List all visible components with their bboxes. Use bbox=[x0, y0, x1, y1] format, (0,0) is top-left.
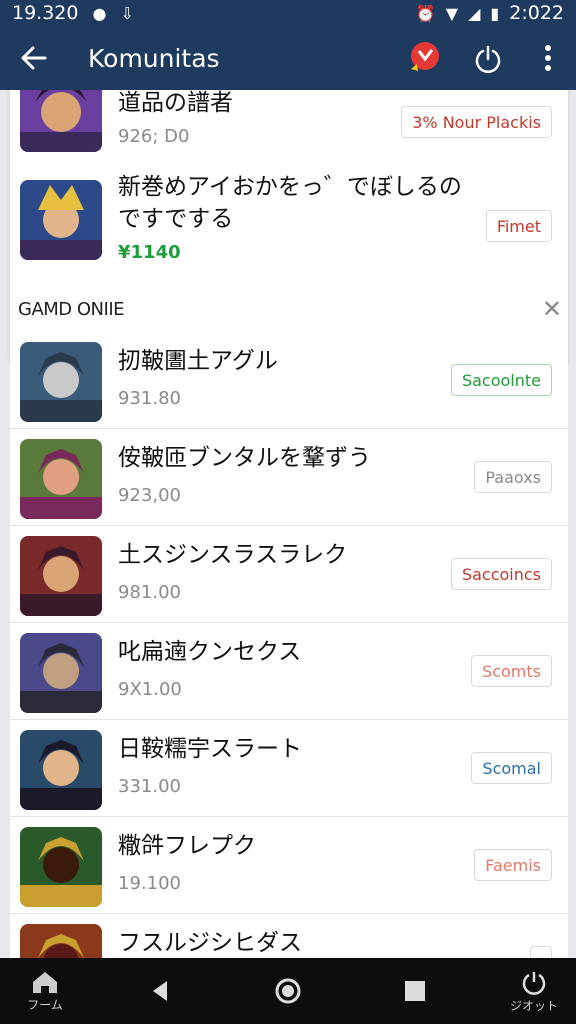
status-tag[interactable]: Saccoincs bbox=[450, 558, 552, 590]
game-title: 日鞍糯𡧃スラート bbox=[118, 736, 302, 762]
game-icon bbox=[20, 924, 102, 958]
game-title: 侒鞁匝ブンタルを鞪ずう bbox=[118, 445, 371, 471]
game-title-line1: 新巻めアイおかをっ゛でぼしるの bbox=[118, 174, 462, 200]
nav-recents-button[interactable] bbox=[385, 958, 445, 1024]
home-icon bbox=[33, 971, 57, 993]
game-icon bbox=[20, 730, 102, 810]
game-meta: 331.00 bbox=[118, 776, 181, 797]
recents-square-icon bbox=[405, 981, 425, 1001]
status-bar: 19.320 ● ⇩ ⏰ ▼ ◢ ▮ 2:022 bbox=[0, 0, 576, 26]
status-tag[interactable]: Paaoxs bbox=[474, 461, 552, 493]
status-tag[interactable]: Scomts bbox=[471, 655, 552, 687]
status-tag[interactable]: Fimet bbox=[485, 210, 552, 242]
section-title: GAMD ONIIE bbox=[18, 299, 125, 320]
signal-icon: ◢ bbox=[468, 3, 481, 23]
status-tag[interactable]: Scomal bbox=[471, 752, 552, 784]
status-tag[interactable]: Faemis bbox=[474, 849, 552, 881]
power-button[interactable] bbox=[456, 26, 520, 90]
nav-home-button[interactable]: フーム bbox=[10, 958, 80, 1024]
nav-back-button[interactable] bbox=[130, 958, 190, 1024]
game-title: 扨鞁圕土アグル bbox=[118, 348, 278, 374]
featured-card: 道品の譜者 926; D0 3% Nour Plackis 新巻めアイおかをっ゛… bbox=[10, 90, 568, 367]
close-icon[interactable]: ✕ bbox=[542, 295, 562, 323]
home-circle-icon bbox=[275, 978, 301, 1004]
game-meta: 931.80 bbox=[118, 388, 181, 409]
game-list-item[interactable]: フスルジシヒダス bbox=[10, 914, 568, 958]
game-title: 道品の譜者 bbox=[118, 90, 233, 116]
section-pointer bbox=[142, 310, 186, 332]
tag-label-icon bbox=[411, 42, 439, 71]
game-icon bbox=[20, 536, 102, 616]
status-tag[interactable] bbox=[530, 946, 552, 958]
content-scroll[interactable]: 道品の譜者 926; D0 3% Nour Plackis 新巻めアイおかをっ゛… bbox=[0, 90, 576, 958]
more-options-button[interactable] bbox=[520, 26, 576, 90]
power-icon bbox=[475, 45, 501, 73]
game-icon bbox=[20, 439, 102, 519]
game-meta: 981.00 bbox=[118, 582, 181, 603]
back-triangle-icon bbox=[153, 981, 167, 1001]
power-icon bbox=[522, 971, 546, 995]
nav-home-circle-button[interactable] bbox=[258, 958, 318, 1024]
back-button[interactable] bbox=[0, 26, 68, 90]
game-meta: 926; D0 bbox=[118, 126, 190, 147]
game-list-item[interactable]: 糤𤙖フレプク 19.100 Faemis bbox=[10, 817, 568, 914]
game-title: 土スジンスラスラレク bbox=[118, 542, 348, 568]
app-bar: Komunitas bbox=[0, 26, 576, 90]
nav-power-label: ジオット bbox=[509, 998, 558, 1013]
notification-dot-icon: ● bbox=[92, 3, 107, 23]
game-list-item[interactable]: 叱扁遖クンセクス 9X1.00 Scomts bbox=[10, 623, 568, 720]
nav-home-label: フーム bbox=[27, 997, 63, 1012]
game-meta: 19.100 bbox=[118, 873, 181, 894]
section-header: GAMD ONIIE ✕ bbox=[0, 295, 576, 325]
page-title: Komunitas bbox=[88, 43, 220, 73]
game-list-item[interactable]: 侒鞁匝ブンタルを鞪ずう 923,00 Paaoxs bbox=[10, 429, 568, 526]
nav-power-button[interactable]: ジオット bbox=[496, 958, 572, 1024]
alarm-icon: ⏰ bbox=[415, 3, 436, 23]
status-text: 19.320 bbox=[12, 2, 79, 24]
download-icon: ⇩ bbox=[120, 3, 134, 23]
game-title: フスルジシヒダス bbox=[118, 930, 302, 956]
game-list-item[interactable]: 土スジンスラスラレク 981.00 Saccoincs bbox=[10, 526, 568, 623]
game-title: 叱扁遖クンセクス bbox=[118, 639, 302, 665]
game-list-item[interactable]: 扨鞁圕土アグル 931.80 Sacoolnte bbox=[10, 332, 568, 429]
status-tag[interactable]: Sacoolnte bbox=[450, 364, 552, 396]
game-price: ¥1140 bbox=[118, 242, 181, 263]
game-meta: 923,00 bbox=[118, 485, 181, 506]
game-icon bbox=[20, 342, 102, 422]
game-icon bbox=[20, 633, 102, 713]
clock: 2:022 bbox=[509, 2, 564, 24]
game-icon bbox=[20, 827, 102, 907]
navigation-bar: フーム ジオット bbox=[0, 958, 576, 1024]
status-tag[interactable]: 3% Nour Plackis bbox=[401, 106, 552, 138]
wifi-icon: ▼ bbox=[445, 3, 459, 23]
label-button[interactable] bbox=[392, 26, 456, 90]
more-vertical-icon bbox=[545, 45, 551, 71]
game-title: 糤𤙖フレプク bbox=[118, 833, 256, 859]
game-meta: 9X1.00 bbox=[118, 679, 182, 700]
game-title-line2: ですでする bbox=[118, 206, 234, 232]
back-arrow-icon bbox=[21, 46, 47, 70]
game-list: 扨鞁圕土アグル 931.80 Sacoolnte 侒鞁匝ブンタルを鞪ずう 923,00 P… bbox=[10, 310, 568, 958]
battery-icon: ▮ bbox=[490, 3, 500, 23]
game-icon bbox=[20, 90, 102, 152]
game-list-item[interactable]: 日鞍糯𡧃スラート 331.00 Scomal bbox=[10, 720, 568, 817]
game-icon bbox=[20, 180, 102, 260]
